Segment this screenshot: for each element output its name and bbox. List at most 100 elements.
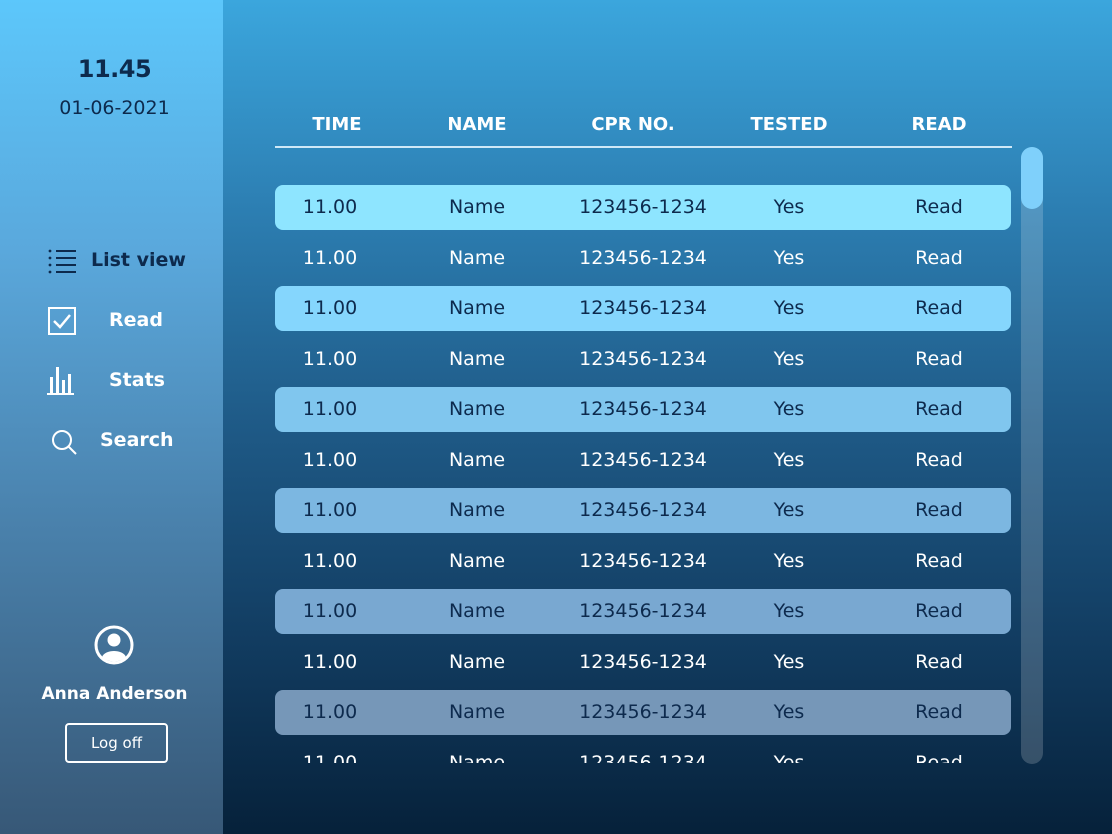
cell-cpr: 123456-1234 xyxy=(579,701,707,723)
table-row[interactable]: 11.00 Name 123456-1234 Yes Read xyxy=(275,741,1011,764)
table-row[interactable]: 11.00 Name 123456-1234 Yes Read xyxy=(275,387,1011,432)
cell-time: 11.00 xyxy=(302,600,358,622)
cell-time: 11.00 xyxy=(302,650,358,673)
cell-name: Name xyxy=(448,398,506,420)
column-header-read[interactable]: READ xyxy=(911,114,966,135)
nav-label-read: Read xyxy=(109,309,163,331)
table-row[interactable]: 11.00 Name 123456-1234 Yes Read xyxy=(275,589,1011,634)
cell-read: Read xyxy=(915,347,963,370)
cell-time: 11.00 xyxy=(302,347,358,370)
nav-item-stats[interactable]: Stats xyxy=(0,361,223,401)
cell-read: Read xyxy=(915,448,963,471)
nav-item-search[interactable]: Search xyxy=(0,421,223,461)
search-icon xyxy=(52,430,77,455)
list-icon xyxy=(48,249,76,274)
cell-cpr: 123456-1234 xyxy=(579,650,707,673)
cell-tested: Yes xyxy=(773,650,805,673)
cell-time: 11.00 xyxy=(302,751,358,764)
cell-read: Read xyxy=(915,650,963,673)
column-header-cpr[interactable]: CPR NO. xyxy=(591,114,674,135)
cell-time: 11.00 xyxy=(302,398,358,420)
sidebar: 11.45 01-06-2021 List view Read Stats Se… xyxy=(0,0,223,834)
cell-tested: Yes xyxy=(773,297,805,319)
table-row[interactable]: 11.00 Name 123456-1234 Yes Read xyxy=(275,236,1011,281)
cell-tested: Yes xyxy=(773,701,805,723)
cell-name: Name xyxy=(448,297,506,319)
cell-time: 11.00 xyxy=(302,499,358,521)
column-header-time[interactable]: TIME xyxy=(312,114,361,135)
cell-time: 11.00 xyxy=(302,448,358,471)
nav-label-search: Search xyxy=(100,429,174,451)
cell-name: Name xyxy=(448,549,506,572)
table-row[interactable]: 11.00 Name 123456-1234 Yes Read xyxy=(275,185,1011,230)
cell-tested: Yes xyxy=(773,398,805,420)
cell-cpr: 123456-1234 xyxy=(579,398,707,420)
cell-read: Read xyxy=(915,549,963,572)
cell-cpr: 123456-1234 xyxy=(579,297,707,319)
current-time: 11.45 xyxy=(77,55,152,83)
current-date: 01-06-2021 xyxy=(59,97,170,119)
checkbox-icon xyxy=(48,307,76,335)
cell-read: Read xyxy=(915,297,963,319)
table-row[interactable]: 11.00 Name 123456-1234 Yes Read xyxy=(275,337,1011,382)
cell-cpr: 123456-1234 xyxy=(579,246,707,269)
nav-item-read[interactable]: Read xyxy=(0,301,223,341)
cell-name: Name xyxy=(448,246,506,269)
cell-cpr: 123456-1234 xyxy=(579,347,707,370)
table-row[interactable]: 11.00 Name 123456-1234 Yes Read xyxy=(275,640,1011,685)
cell-cpr: 123456-1234 xyxy=(579,549,707,572)
cell-time: 11.00 xyxy=(302,549,358,572)
cell-tested: Yes xyxy=(773,549,805,572)
user-circle-icon xyxy=(94,625,134,665)
cell-time: 11.00 xyxy=(302,297,358,319)
main-content: TIME NAME CPR NO. TESTED READ 11.00 Name 1… xyxy=(223,0,1112,834)
cell-name: Name xyxy=(448,751,506,764)
scrollbar-track[interactable] xyxy=(1021,147,1043,764)
cell-read: Read xyxy=(915,246,963,269)
cell-tested: Yes xyxy=(773,448,805,471)
table-body[interactable]: 11.00 Name 123456-1234 Yes Read 11.00 Name 1234… xyxy=(275,185,1012,763)
app-window: 11.45 01-06-2021 List view Read Stats Se… xyxy=(0,0,1112,834)
cell-read: Read xyxy=(915,751,963,764)
cell-name: Name xyxy=(448,448,506,471)
cell-read: Read xyxy=(915,600,963,622)
cell-read: Read xyxy=(915,398,963,420)
cell-cpr: 123456-1234 xyxy=(579,751,707,764)
cell-tested: Yes xyxy=(773,499,805,521)
table-row[interactable]: 11.00 Name 123456-1234 Yes Read xyxy=(275,690,1011,735)
cell-tested: Yes xyxy=(773,347,805,370)
column-header-name[interactable]: NAME xyxy=(447,114,506,135)
cell-tested: Yes xyxy=(773,751,805,764)
cell-cpr: 123456-1234 xyxy=(579,600,707,622)
cell-name: Name xyxy=(448,347,506,370)
scrollbar-thumb[interactable] xyxy=(1021,147,1043,209)
cell-name: Name xyxy=(448,499,506,521)
log-off-button[interactable]: Log off xyxy=(65,723,168,763)
table-header: TIME NAME CPR NO. TESTED READ xyxy=(275,110,1012,148)
cell-name: Name xyxy=(448,650,506,673)
table-row[interactable]: 11.00 Name 123456-1234 Yes Read xyxy=(275,488,1011,533)
table-row[interactable]: 11.00 Name 123456-1234 Yes Read xyxy=(275,438,1011,483)
cell-time: 11.00 xyxy=(302,246,358,269)
nav-item-list-view[interactable]: List view xyxy=(0,241,223,281)
cell-name: Name xyxy=(448,701,506,723)
bar-chart-icon xyxy=(47,367,74,395)
cell-cpr: 123456-1234 xyxy=(579,499,707,521)
cell-cpr: 123456-1234 xyxy=(579,448,707,471)
nav-label-list-view: List view xyxy=(91,249,186,271)
cell-tested: Yes xyxy=(773,196,805,218)
cell-tested: Yes xyxy=(773,246,805,269)
cell-time: 11.00 xyxy=(302,701,358,723)
cell-read: Read xyxy=(915,499,963,521)
nav-label-stats: Stats xyxy=(109,369,165,391)
cell-name: Name xyxy=(448,196,506,218)
user-name: Anna Anderson xyxy=(41,684,188,704)
cell-name: Name xyxy=(448,600,506,622)
table-row[interactable]: 11.00 Name 123456-1234 Yes Read xyxy=(275,286,1011,331)
column-header-tested[interactable]: TESTED xyxy=(750,114,827,135)
cell-read: Read xyxy=(915,196,963,218)
cell-time: 11.00 xyxy=(302,196,358,218)
cell-read: Read xyxy=(915,701,963,723)
cell-cpr: 123456-1234 xyxy=(579,196,707,218)
table-row[interactable]: 11.00 Name 123456-1234 Yes Read xyxy=(275,539,1011,584)
